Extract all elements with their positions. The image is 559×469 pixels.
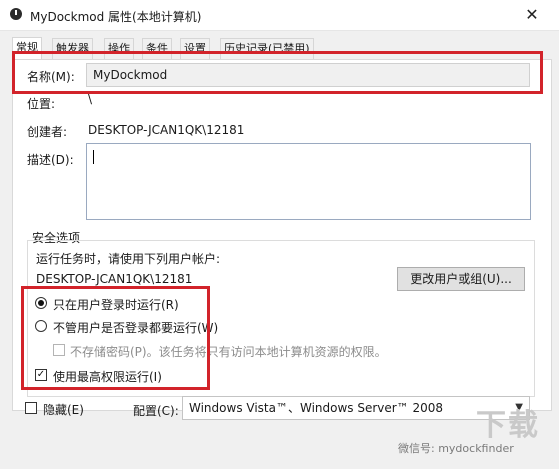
highest-privileges-label: 使用最高权限运行(I): [53, 370, 162, 384]
clock-icon: [10, 8, 22, 20]
description-textarea[interactable]: [86, 143, 531, 220]
option-any-label: 不管用户是否登录都要运行(W): [53, 321, 219, 335]
name-field[interactable]: MyDockmod: [86, 63, 530, 87]
name-label: 名称(M):: [27, 70, 75, 84]
run-as-label: 运行任务时，请使用下列用户帐户:: [36, 252, 221, 266]
location-value: \: [88, 92, 93, 106]
configure-label: 配置(C):: [133, 404, 179, 418]
text-caret: [93, 150, 94, 164]
tab-conditions[interactable]: 条件: [142, 38, 172, 59]
tab-history[interactable]: 历史记录(已禁用): [220, 38, 314, 59]
description-label: 描述(D):: [27, 153, 74, 167]
radio-any-user[interactable]: [35, 320, 47, 332]
no-store-password-label: 不存储密码(P)。该任务将只有访问本地计算机资源的权限。: [70, 345, 387, 359]
title-bar: MyDockmod 属性(本地计算机) ✕: [0, 0, 559, 31]
watermark-logo: 下载: [476, 408, 540, 443]
hidden-label: 隐藏(E): [43, 403, 84, 417]
tab-general[interactable]: 常规: [12, 37, 42, 60]
no-store-password-checkbox[interactable]: [53, 344, 65, 356]
tab-actions[interactable]: 操作: [104, 38, 134, 59]
user-account-value: DESKTOP-JCAN1QK\12181: [36, 272, 193, 286]
watermark-text: 微信号: mydockfinder: [398, 442, 514, 455]
author-value: DESKTOP-JCAN1QK\12181: [88, 123, 245, 137]
author-label: 创建者:: [27, 125, 68, 139]
radio-logged-on[interactable]: [35, 297, 47, 309]
configure-value: Windows Vista™、Windows Server™ 2008: [189, 401, 444, 415]
change-user-button[interactable]: 更改用户或组(U)...: [397, 267, 525, 291]
location-label: 位置:: [27, 97, 56, 111]
option-logged-on-label: 只在用户登录时运行(R): [53, 298, 179, 312]
highest-privileges-checkbox[interactable]: ✓: [35, 369, 47, 381]
tab-settings[interactable]: 设置: [180, 38, 210, 59]
window-title: MyDockmod 属性(本地计算机): [30, 10, 202, 24]
close-button[interactable]: ✕: [522, 6, 542, 24]
hidden-checkbox[interactable]: [25, 402, 37, 414]
tab-triggers[interactable]: 触发器: [52, 38, 93, 59]
